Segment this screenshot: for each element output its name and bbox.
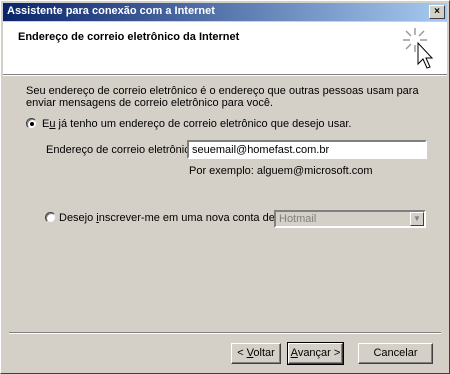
cancel-button[interactable]: Cancelar [358,343,433,364]
back-button[interactable]: < Voltar [231,343,281,364]
close-button[interactable]: × [429,5,445,19]
radio-selected-dot [30,122,34,126]
page-title: Endereço de correio eletrônico da Intern… [18,31,240,43]
wizard-window: Assistente para conexão com a Internet ×… [0,0,450,374]
radio-new-label-post: nscrever-me em uma nova conta de: [98,212,278,224]
next-button-post: vançar > [297,347,341,359]
next-button-accel: A [290,347,298,359]
title-bar[interactable]: Assistente para conexão com a Internet × [3,3,447,21]
email-field-label: Endereço de correio eletrônico: [46,144,199,156]
radio-existing-label[interactable]: Eu já tenho um endereço de correio eletr… [42,118,351,130]
email-field[interactable] [187,140,427,159]
wizard-cursor-icon [403,28,434,69]
next-button[interactable]: Avançar > [287,342,344,365]
wizard-header: Endereço de correio eletrônico da Intern… [3,22,447,75]
back-button-post: oltar [253,347,275,359]
radio-new-label[interactable]: Desejo inscrever-me em uma nova conta de… [59,212,278,224]
back-button-pre: < [237,347,247,359]
provider-select[interactable]: Hotmail ▼ [274,210,426,228]
provider-select-value: Hotmail [279,213,317,225]
description-text: Seu endereço de correio eletrônico é o e… [26,85,419,109]
email-example: Por exemplo: alguem@microsoft.com [189,165,373,177]
footer-divider [9,332,441,334]
radio-new-label-pre: Desejo [59,212,97,224]
radio-existing-label-post: já tenho um endereço de correio eletrôni… [55,118,352,130]
header-divider [3,75,447,76]
chevron-down-icon[interactable]: ▼ [410,212,424,226]
radio-existing-email[interactable] [26,118,37,129]
radio-new-account[interactable] [45,212,56,223]
window-title: Assistente para conexão com a Internet [7,5,215,17]
